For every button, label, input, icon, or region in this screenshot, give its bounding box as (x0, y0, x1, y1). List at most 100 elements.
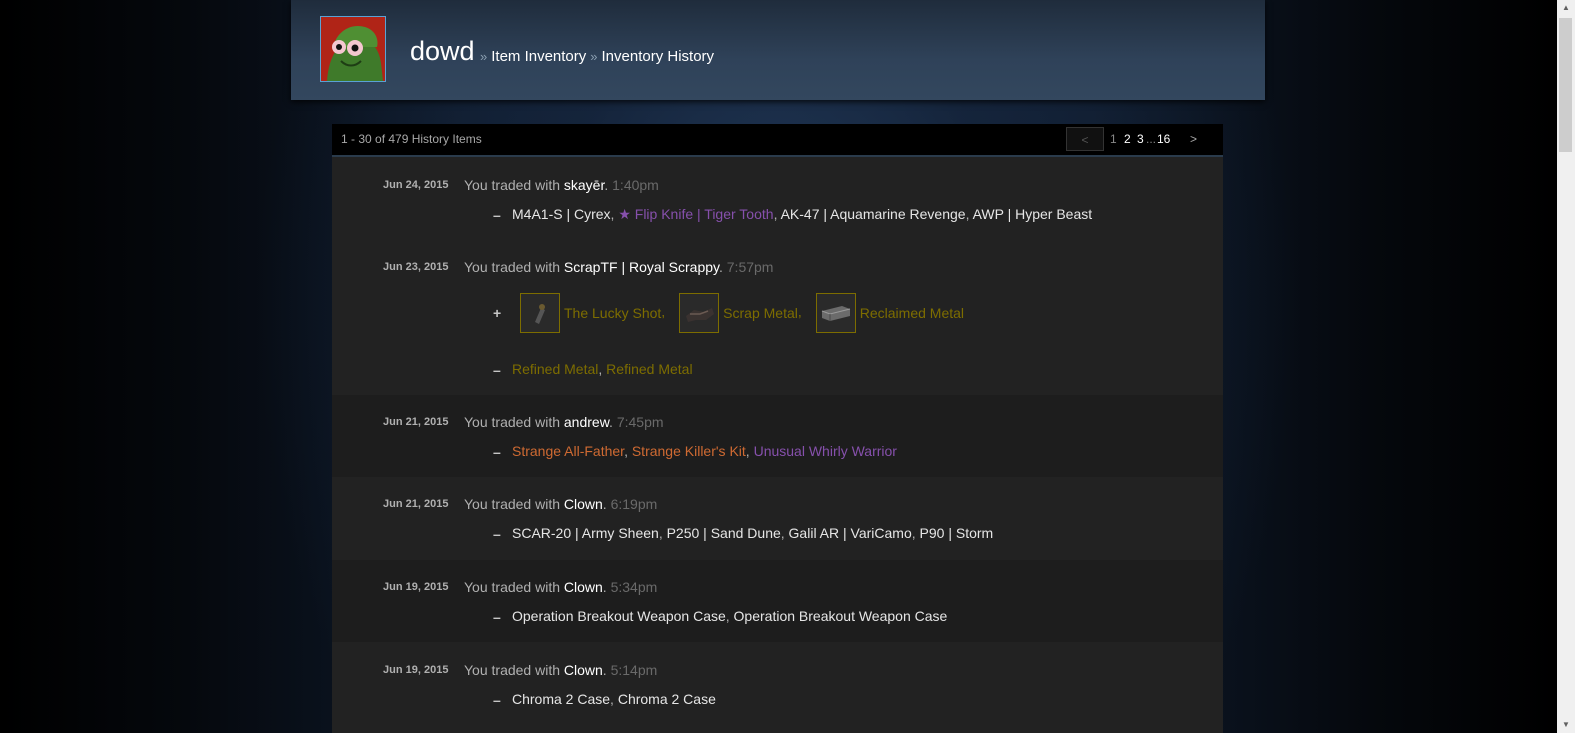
item-link[interactable]: AK-47 | Aquamarine Revenge (781, 206, 966, 222)
item-entry[interactable]: Scrap Metal, (679, 293, 802, 333)
item-link[interactable]: Refined Metal (606, 361, 692, 377)
minus-sign: – (493, 526, 501, 542)
item-link[interactable]: M4A1-S | Cyrex (512, 206, 611, 222)
trade-partner-link[interactable]: skayēr (564, 177, 604, 193)
page-scrollbar[interactable]: ▲ ▼ (1557, 0, 1575, 733)
plus-sign: + (493, 305, 502, 321)
trade-date: Jun 23, 2015 (383, 261, 449, 273)
trade-prefix: You traded with (464, 496, 564, 512)
trade-time: 7:45pm (616, 414, 664, 430)
items-given: Strange All-Father, Strange Killer's Kit… (512, 443, 897, 459)
item-link[interactable]: P90 | Storm (920, 525, 994, 541)
item-link[interactable]: Operation Breakout Weapon Case (512, 608, 726, 624)
breadcrumb: » Item Inventory» Inventory History (476, 48, 714, 66)
punct: , (624, 443, 632, 459)
page-link-1: 1 (1110, 132, 1117, 146)
trade-date: Jun 21, 2015 (383, 416, 449, 428)
trade-time: 7:57pm (726, 259, 774, 275)
panel-toolbar: 1 - 30 of 479 History Items < 1 2 3 ... … (332, 124, 1223, 157)
trade-prefix: You traded with (464, 259, 564, 275)
persona-name[interactable]: dowd (410, 36, 475, 67)
trade-row: Jun 21, 2015 You traded with andrew. 7:4… (332, 395, 1223, 477)
items-given: SCAR-20 | Army Sheen, P250 | Sand Dune, … (512, 525, 993, 541)
item-link[interactable]: Refined Metal (512, 361, 598, 377)
minus-sign: – (493, 444, 501, 460)
item-link[interactable]: Galil AR | VariCamo (789, 525, 912, 541)
trade-description: You traded with Clown. 5:14pm (464, 662, 657, 678)
punct: . (602, 662, 611, 678)
item-link[interactable]: Chroma 2 Case (512, 691, 610, 707)
next-page-button[interactable]: > (1190, 132, 1197, 146)
avatar-image-icon (321, 17, 385, 81)
punct: , (911, 525, 920, 541)
punct: , (797, 303, 802, 320)
punct: , (610, 691, 618, 707)
punct: . (718, 259, 727, 275)
trade-partner-link[interactable]: ScrapTF | Royal Scrappy (564, 259, 719, 275)
minus-sign: – (493, 207, 501, 223)
page-ellipsis: ... (1146, 132, 1157, 146)
item-link[interactable]: P250 | Sand Dune (667, 525, 781, 541)
avatar[interactable] (320, 16, 386, 82)
trade-row: Jun 19, 2015 You traded with Clown. 5:14… (332, 642, 1223, 733)
item-link[interactable]: SCAR-20 | Army Sheen (512, 525, 659, 541)
item-link[interactable]: ★ Flip Knife | Tiger Tooth (618, 206, 773, 222)
punct: , (780, 525, 789, 541)
punct: . (602, 579, 611, 595)
punct: , (658, 525, 667, 541)
trade-row: Jun 19, 2015 You traded with Clown. 5:34… (332, 560, 1223, 642)
scroll-up-arrow-icon[interactable]: ▲ (1557, 0, 1575, 16)
inventory-history-panel: 1 - 30 of 479 History Items < 1 2 3 ... … (332, 124, 1223, 733)
punct: , (725, 608, 734, 624)
trade-prefix: You traded with (464, 177, 564, 193)
trade-partner-link[interactable]: Clown (564, 579, 603, 595)
item-link[interactable]: Strange Killer's Kit (632, 443, 746, 459)
minus-sign: – (493, 609, 501, 625)
items-given: Refined Metal, Refined Metal (512, 361, 693, 377)
lucky-shot-icon (520, 293, 560, 333)
item-entry[interactable]: Reclaimed Metal (815, 293, 965, 333)
punct: , (745, 443, 754, 459)
item-label: Reclaimed Metal (859, 305, 965, 321)
trade-partner-link[interactable]: andrew (564, 414, 609, 430)
trade-date: Jun 19, 2015 (383, 581, 449, 593)
trade-time: 5:14pm (610, 662, 658, 678)
punct: , (773, 206, 781, 222)
minus-sign: – (493, 692, 501, 708)
trade-partner-link[interactable]: Clown (564, 496, 603, 512)
item-label: Scrap Metal (723, 305, 798, 321)
breadcrumb-separator: » (590, 49, 598, 64)
scroll-down-arrow-icon[interactable]: ▼ (1557, 717, 1575, 733)
item-label: The Lucky Shot (564, 305, 662, 321)
trade-description: You traded with skayēr. 1:40pm (464, 177, 659, 193)
trade-prefix: You traded with (464, 579, 564, 595)
scrap-metal-icon (679, 293, 720, 333)
punct: . (609, 414, 617, 430)
trade-description: You traded with Clown. 5:34pm (464, 579, 657, 595)
trade-partner-link[interactable]: Clown (564, 662, 603, 678)
trade-time: 6:19pm (610, 496, 658, 512)
profile-header: dowd » Item Inventory» Inventory History (291, 0, 1265, 100)
breadcrumb-separator: » (480, 49, 488, 64)
item-link[interactable]: Chroma 2 Case (618, 691, 716, 707)
prev-page-button[interactable]: < (1066, 127, 1104, 151)
item-link[interactable]: Operation Breakout Weapon Case (734, 608, 948, 624)
items-received: The Lucky Shot, Scrap Metal, Reclaimed M… (520, 293, 978, 333)
scrollbar-thumb[interactable] (1559, 18, 1572, 152)
page-link-16[interactable]: 16 (1157, 132, 1170, 146)
breadcrumb-inventory-history[interactable]: Inventory History (602, 48, 715, 65)
trade-row: Jun 21, 2015 You traded with Clown. 6:19… (332, 477, 1223, 560)
page-link-3[interactable]: 3 (1137, 132, 1144, 146)
trade-description: You traded with Clown. 6:19pm (464, 496, 657, 512)
item-link[interactable]: AWP | Hyper Beast (973, 206, 1093, 222)
trade-time: 1:40pm (612, 177, 659, 193)
item-entry[interactable]: The Lucky Shot, (520, 293, 665, 333)
breadcrumb-item-inventory[interactable]: Item Inventory (491, 48, 586, 65)
trade-prefix: You traded with (464, 414, 564, 430)
items-given: Chroma 2 Case, Chroma 2 Case (512, 691, 716, 707)
trade-row: Jun 23, 2015 You traded with ScrapTF | R… (332, 238, 1223, 395)
item-link[interactable]: Unusual Whirly Warrior (754, 443, 897, 459)
item-link[interactable]: Strange All-Father (512, 443, 624, 459)
trade-row: Jun 24, 2015 You traded with skayēr. 1:4… (332, 157, 1223, 238)
page-link-2[interactable]: 2 (1124, 132, 1131, 146)
